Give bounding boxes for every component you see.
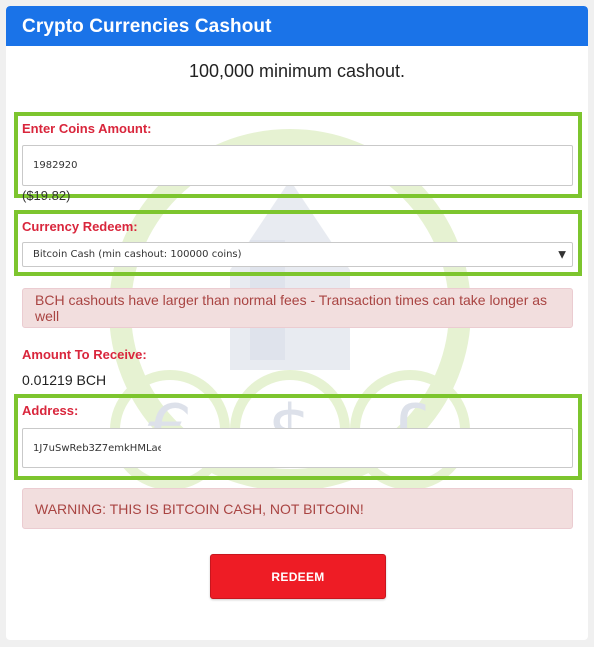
- receive-value: 0.01219 BCH: [22, 372, 107, 388]
- coins-amount-input[interactable]: 1982920: [22, 145, 573, 186]
- redeem-button-label: REDEEM: [271, 569, 325, 584]
- minimum-cashout-text: 100,000 minimum cashout.: [188, 61, 406, 81]
- receive-label: Amount To Receive:: [22, 347, 147, 362]
- warning-alert: WARNING: THIS IS BITCOIN CASH, NOT BITCO…: [22, 488, 573, 529]
- coins-amount-value: 1982920: [33, 160, 78, 171]
- warning-text: WARNING: THIS IS BITCOIN CASH, NOT BITCO…: [35, 500, 364, 517]
- panel-header: Crypto Currencies Cashout: [6, 6, 588, 46]
- currency-select[interactable]: Bitcoin Cash (min cashout: 100000 coins)…: [22, 242, 573, 267]
- coins-usd-value: ($19.82): [22, 188, 71, 203]
- currency-selected-value: Bitcoin Cash (min cashout: 100000 coins): [33, 249, 242, 260]
- address-input[interactable]: 1J7uSwReb3Z7emkHMLae6C: [22, 428, 573, 468]
- fee-notice-text: BCH cashouts have larger than normal fee…: [35, 292, 548, 324]
- currency-label: Currency Redeem:: [22, 219, 138, 234]
- fee-notice-alert: BCH cashouts have larger than normal fee…: [22, 288, 573, 328]
- address-value: 1J7uSwReb3Z7emkHMLae6C: [33, 442, 161, 454]
- address-label: Address:: [22, 403, 79, 418]
- chevron-down-icon: ▼: [558, 249, 566, 260]
- panel-title: Crypto Currencies Cashout: [22, 16, 272, 37]
- coins-amount-label: Enter Coins Amount:: [22, 121, 152, 136]
- redeem-button[interactable]: REDEEM: [210, 554, 386, 599]
